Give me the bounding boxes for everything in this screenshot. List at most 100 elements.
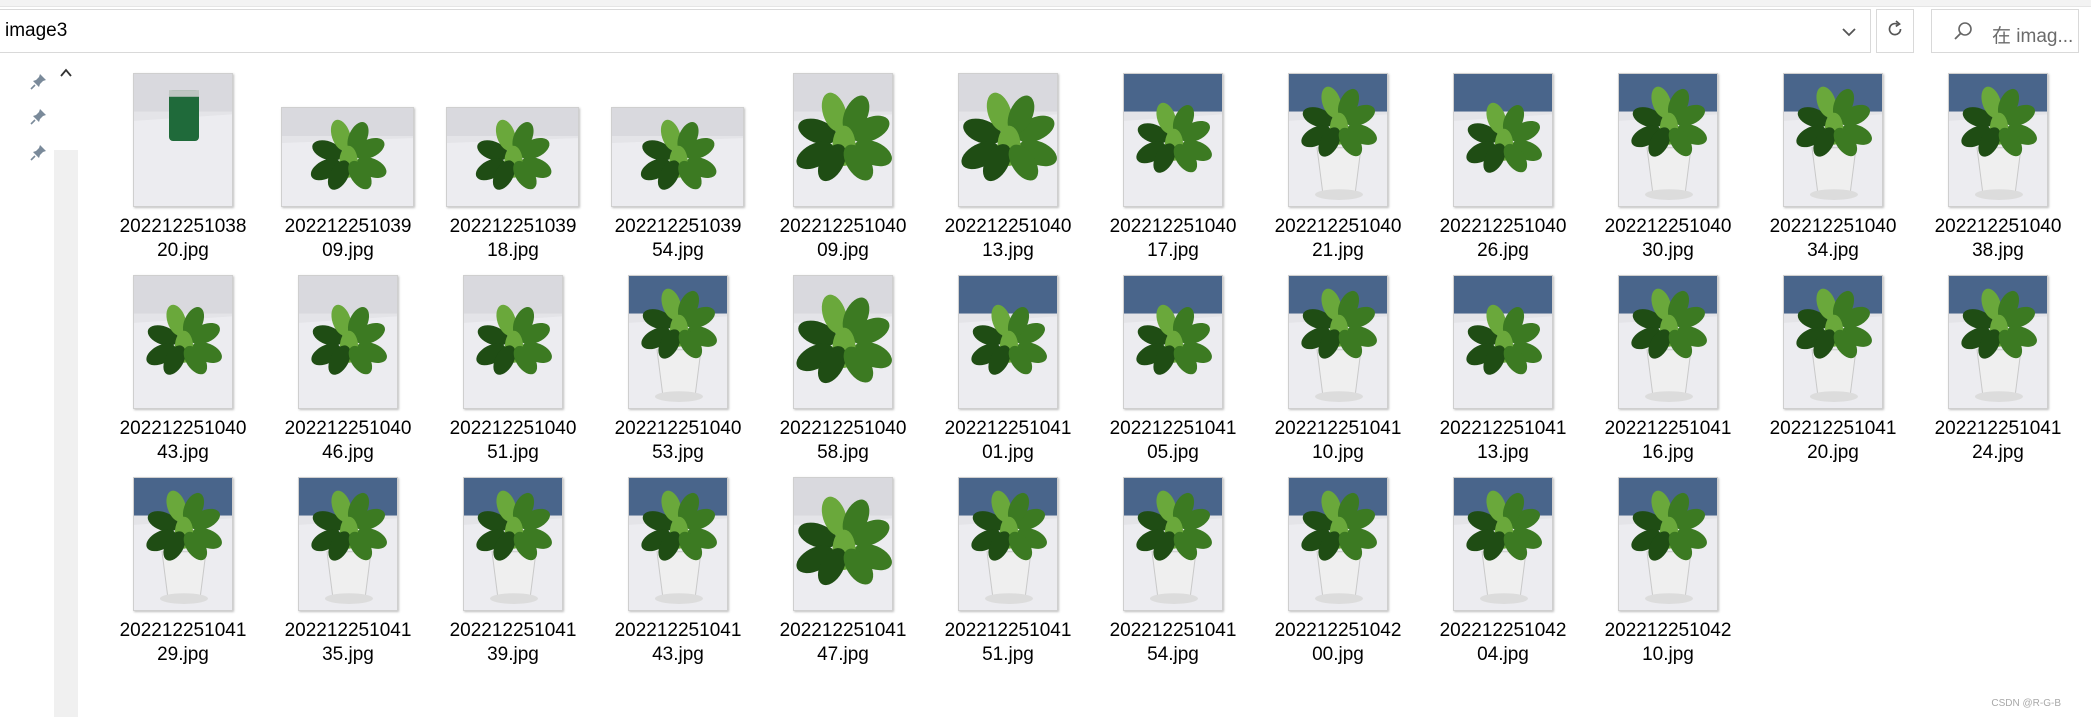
file-name: 202212251041 xyxy=(284,620,412,641)
thumbnail-image[interactable] xyxy=(1123,477,1223,611)
file-item[interactable]: 202212251040 51.jpg xyxy=(443,275,583,465)
file-item[interactable]: 202212251041 35.jpg xyxy=(278,477,418,667)
file-item[interactable]: 202212251042 10.jpg xyxy=(1598,477,1738,667)
thumbnail-image[interactable] xyxy=(133,477,233,611)
scroll-up-button[interactable] xyxy=(54,60,78,150)
thumbnail-image[interactable] xyxy=(1123,275,1223,409)
file-item[interactable]: 202212251041 43.jpg xyxy=(608,477,748,667)
file-name: 202212251042 xyxy=(1274,620,1402,641)
thumbnail-image[interactable] xyxy=(1123,73,1223,207)
file-item[interactable]: 202212251040 34.jpg xyxy=(1763,73,1903,263)
file-item[interactable]: 202212251041 24.jpg xyxy=(1928,275,2068,465)
thumbnail-container xyxy=(1103,73,1243,209)
thumbnail-image[interactable] xyxy=(1618,275,1718,409)
thumbnail-image[interactable] xyxy=(298,275,398,409)
thumbnail-image[interactable] xyxy=(628,275,728,409)
file-item[interactable]: 202212251040 13.jpg xyxy=(938,73,1078,263)
file-item[interactable]: 202212251041 20.jpg xyxy=(1763,275,1903,465)
thumbnail-image[interactable] xyxy=(463,477,563,611)
file-item[interactable]: 202212251041 51.jpg xyxy=(938,477,1078,667)
file-item[interactable]: 202212251041 13.jpg xyxy=(1433,275,1573,465)
file-name: 202212251040 xyxy=(1769,216,1897,237)
thumbnail-image[interactable] xyxy=(628,477,728,611)
file-name: 202212251041 xyxy=(944,620,1072,641)
thumbnail-image[interactable] xyxy=(298,477,398,611)
file-name-ext: 05.jpg xyxy=(1147,442,1199,463)
file-item[interactable]: 202212251041 01.jpg xyxy=(938,275,1078,465)
file-item[interactable]: 202212251040 38.jpg xyxy=(1928,73,2068,263)
file-item[interactable]: 202212251039 09.jpg xyxy=(278,73,418,263)
file-item[interactable]: 202212251040 43.jpg xyxy=(113,275,253,465)
thumbnail-image[interactable] xyxy=(611,107,744,207)
file-item[interactable]: 202212251042 00.jpg xyxy=(1268,477,1408,667)
thumbnail-image[interactable] xyxy=(793,477,893,611)
thumbnail-image[interactable] xyxy=(1453,275,1553,409)
file-item[interactable]: 202212251041 54.jpg xyxy=(1103,477,1243,667)
thumbnail-image[interactable] xyxy=(1948,275,2048,409)
file-item[interactable]: 202212251041 47.jpg xyxy=(773,477,913,667)
address-bar[interactable]: image3 xyxy=(0,9,1871,53)
thumbnail-container xyxy=(608,275,748,411)
thumbnail-image[interactable] xyxy=(1783,275,1883,409)
pin-icon[interactable] xyxy=(30,143,48,161)
thumbnail-image[interactable] xyxy=(446,107,579,207)
thumbnail-image[interactable] xyxy=(281,107,414,207)
thumbnail-image[interactable] xyxy=(793,275,893,409)
file-item[interactable]: 202212251041 29.jpg xyxy=(113,477,253,667)
pin-icon[interactable] xyxy=(30,107,48,125)
file-item[interactable]: 202212251040 17.jpg xyxy=(1103,73,1243,263)
file-item[interactable]: 202212251040 53.jpg xyxy=(608,275,748,465)
thumbnail-image[interactable] xyxy=(1288,73,1388,207)
file-item[interactable]: 202212251041 39.jpg xyxy=(443,477,583,667)
file-item[interactable]: 202212251040 46.jpg xyxy=(278,275,418,465)
address-path: image3 xyxy=(5,20,68,41)
file-item[interactable]: 202212251041 05.jpg xyxy=(1103,275,1243,465)
file-name-ext: 20.jpg xyxy=(1807,442,1859,463)
thumbnail-image[interactable] xyxy=(1948,73,2048,207)
thumbnail-container xyxy=(1433,477,1573,613)
thumbnail-image[interactable] xyxy=(1288,477,1388,611)
thumbnail-image[interactable] xyxy=(1288,275,1388,409)
thumbnail-image[interactable] xyxy=(958,275,1058,409)
thumbnail-image[interactable] xyxy=(1618,73,1718,207)
refresh-button[interactable] xyxy=(1876,9,1914,53)
search-box[interactable]: 在 imag... xyxy=(1931,9,2079,53)
chevron-down-icon[interactable] xyxy=(1830,18,1868,46)
file-name: 202212251040 xyxy=(944,216,1072,237)
file-item[interactable]: 202212251038 20.jpg xyxy=(113,73,253,263)
file-name-ext: 43.jpg xyxy=(652,644,704,665)
thumbnail-image[interactable] xyxy=(133,73,233,207)
file-name-ext: 10.jpg xyxy=(1642,644,1694,665)
file-name-ext: 10.jpg xyxy=(1312,442,1364,463)
file-item[interactable]: 202212251042 04.jpg xyxy=(1433,477,1573,667)
thumbnail-image[interactable] xyxy=(958,477,1058,611)
thumbnail-image[interactable] xyxy=(958,73,1058,207)
file-name: 202212251041 xyxy=(1109,620,1237,641)
file-item[interactable]: 202212251040 21.jpg xyxy=(1268,73,1408,263)
file-item[interactable]: 202212251040 30.jpg xyxy=(1598,73,1738,263)
file-name-ext: 24.jpg xyxy=(1972,442,2024,463)
file-name-ext: 13.jpg xyxy=(982,240,1034,261)
file-item[interactable]: 202212251040 09.jpg xyxy=(773,73,913,263)
file-name-ext: 29.jpg xyxy=(157,644,209,665)
file-name: 202212251040 xyxy=(449,418,577,439)
thumbnail-image[interactable] xyxy=(133,275,233,409)
file-item[interactable]: 202212251039 18.jpg xyxy=(443,73,583,263)
file-item[interactable]: 202212251040 26.jpg xyxy=(1433,73,1573,263)
file-item[interactable]: 202212251041 16.jpg xyxy=(1598,275,1738,465)
file-item[interactable]: 202212251039 54.jpg xyxy=(608,73,748,263)
thumbnail-image[interactable] xyxy=(1453,477,1553,611)
file-name-ext: 47.jpg xyxy=(817,644,869,665)
thumbnail-image[interactable] xyxy=(1618,477,1718,611)
file-item[interactable]: 202212251041 10.jpg xyxy=(1268,275,1408,465)
nav-scrollbar[interactable] xyxy=(54,60,78,717)
thumbnail-container xyxy=(1268,275,1408,411)
thumbnail-image[interactable] xyxy=(793,73,893,207)
thumbnail-image[interactable] xyxy=(463,275,563,409)
thumbnail-container xyxy=(938,275,1078,411)
thumbnail-image[interactable] xyxy=(1783,73,1883,207)
file-item[interactable]: 202212251040 58.jpg xyxy=(773,275,913,465)
file-name: 202212251041 xyxy=(1769,418,1897,439)
pin-icon[interactable] xyxy=(30,72,48,90)
thumbnail-image[interactable] xyxy=(1453,73,1553,207)
